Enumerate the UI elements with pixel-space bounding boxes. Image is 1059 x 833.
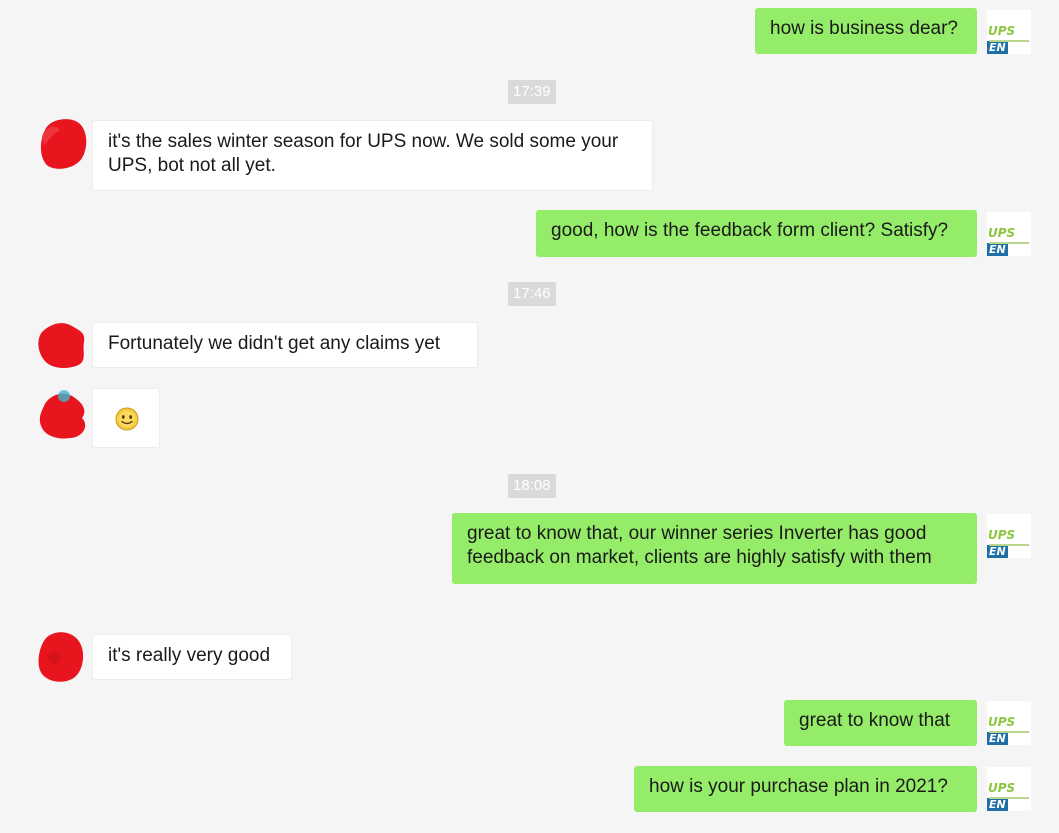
incoming-message[interactable]: it's really very good [92, 634, 292, 680]
outgoing-message[interactable]: great to know that [784, 700, 977, 746]
ups-logo-icon: UPSEN [987, 781, 1016, 811]
timestamp: 18:08 [508, 474, 556, 498]
outgoing-message[interactable]: how is business dear? [755, 8, 977, 54]
ups-logo-icon: UPSEN [987, 528, 1016, 558]
ups-logo-icon: UPSEN [987, 24, 1016, 54]
incoming-message[interactable]: Fortunately we didn't get any claims yet [92, 322, 478, 368]
message-text: how is business dear? [770, 18, 958, 39]
ups-logo-icon: UPSEN [987, 226, 1016, 256]
contact-avatar[interactable] [36, 116, 88, 172]
incoming-message[interactable]: it's the sales winter season for UPS now… [92, 120, 653, 191]
message-text: it's really very good [108, 645, 271, 666]
incoming-emoji-message[interactable] [92, 388, 160, 448]
message-text: how is your purchase plan in 2021? [649, 776, 948, 797]
message-text: Fortunately we didn't get any claims yet [108, 333, 441, 354]
self-avatar[interactable]: UPSEN [987, 10, 1031, 54]
self-avatar[interactable]: UPSEN [987, 701, 1031, 745]
self-avatar[interactable]: UPSEN [987, 212, 1031, 256]
timestamp: 17:39 [508, 80, 556, 104]
contact-avatar[interactable] [36, 318, 88, 374]
self-avatar[interactable]: UPSEN [987, 514, 1031, 558]
ups-logo-icon: UPSEN [987, 715, 1016, 745]
contact-avatar[interactable] [36, 388, 88, 444]
contact-avatar[interactable] [34, 628, 86, 684]
message-text-line: UPS, bot not all yet. [108, 155, 276, 176]
message-text: great to know that [799, 710, 951, 731]
message-text-line: great to know that, our winner series In… [467, 523, 927, 544]
smile-emoji-icon [115, 407, 139, 431]
chat-window[interactable]: how is business dear? UPSEN 17:39 it's t… [0, 0, 1059, 833]
message-text-line: it's the sales winter season for UPS now… [108, 131, 619, 152]
timestamp: 17:46 [508, 282, 556, 306]
outgoing-message[interactable]: how is your purchase plan in 2021? [634, 766, 977, 812]
self-avatar[interactable]: UPSEN [987, 767, 1031, 811]
message-text-line: feedback on market, clients are highly s… [467, 547, 932, 568]
outgoing-message[interactable]: good, how is the feedback form client? S… [536, 210, 977, 257]
outgoing-message[interactable]: great to know that, our winner series In… [452, 513, 977, 584]
message-text: good, how is the feedback form client? S… [551, 220, 949, 241]
